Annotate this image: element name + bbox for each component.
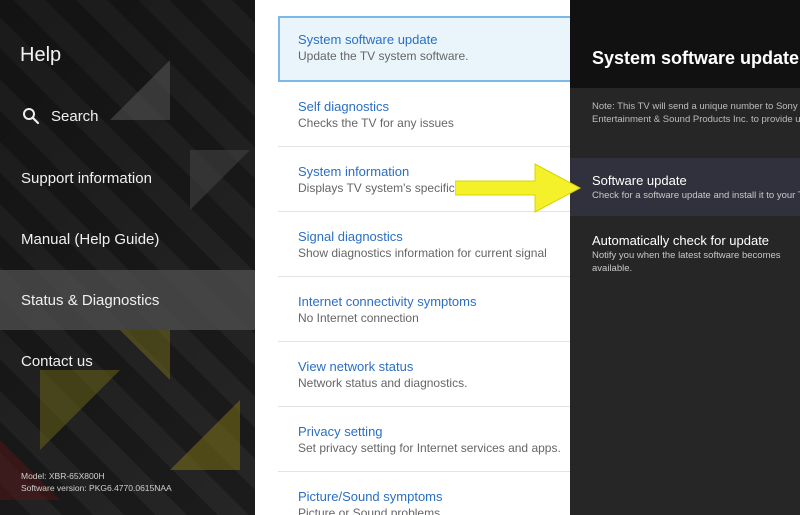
sidebar-item-label: Contact us	[21, 352, 93, 370]
diagnostics-list: System software update Update the TV sys…	[255, 0, 570, 515]
panel-title: System software update	[592, 48, 800, 68]
list-item-subtitle: Update the TV system software.	[298, 49, 469, 63]
list-item-subtitle: Set privacy setting for Internet service…	[298, 441, 561, 455]
list-item-title: System software update	[298, 32, 438, 47]
panel-header: System software update	[570, 0, 800, 88]
software-version: Software version: PKG6.4770.0615NAA	[21, 483, 172, 493]
list-item-title: Self diagnostics	[298, 99, 390, 114]
search-icon	[22, 107, 40, 125]
list-item-title: Internet connectivity symptoms	[298, 294, 477, 309]
list-item-subtitle: Network status and diagnostics.	[298, 376, 468, 390]
list-item-privacy-setting[interactable]: Privacy setting Set privacy setting for …	[278, 408, 570, 472]
list-item-picture-sound-symptoms[interactable]: Picture/Sound symptoms Picture or Sound …	[278, 473, 570, 515]
list-item-view-network-status[interactable]: View network status Network status and d…	[278, 343, 570, 407]
option-subtitle: Notify you when the latest software beco…	[592, 250, 781, 274]
panel-note: Note: This TV will send a unique number …	[592, 101, 800, 125]
list-item-title: Privacy setting	[298, 424, 383, 439]
list-item-title: Picture/Sound symptoms	[298, 489, 443, 504]
background-decoration	[170, 400, 240, 470]
list-item-title: View network status	[298, 359, 414, 374]
software-update-panel: System software update Note: This TV wil…	[570, 0, 800, 515]
list-item-subtitle: Picture or Sound problems	[298, 506, 441, 515]
auto-check-update-option[interactable]: Automatically check for update Notify yo…	[570, 218, 800, 276]
sidebar-item-contact-us[interactable]: Contact us	[0, 331, 255, 391]
device-info: Model: XBR-65X800H Software version: PKG…	[21, 470, 172, 494]
list-item-title: Signal diagnostics	[298, 229, 403, 244]
model-number: Model: XBR-65X800H	[21, 471, 105, 481]
sidebar-item-label: Support information	[21, 169, 152, 187]
sidebar-item-label: Search	[51, 107, 99, 125]
arrow-annotation-icon	[455, 163, 582, 213]
list-item-self-diagnostics[interactable]: Self diagnostics Checks the TV for any i…	[278, 83, 570, 147]
list-item-system-software-update[interactable]: System software update Update the TV sys…	[278, 16, 570, 82]
page-title: Help	[20, 44, 62, 66]
list-item-subtitle: Checks the TV for any issues	[298, 116, 454, 130]
option-subtitle: Check for a software update and install …	[592, 190, 800, 201]
sidebar-item-status-diagnostics[interactable]: Status & Diagnostics	[0, 270, 255, 330]
list-item-subtitle: No Internet connection	[298, 311, 419, 325]
sidebar-item-manual[interactable]: Manual (Help Guide)	[0, 209, 255, 269]
software-update-option[interactable]: Software update Check for a software upd…	[570, 158, 800, 216]
list-item-signal-diagnostics[interactable]: Signal diagnostics Show diagnostics info…	[278, 213, 570, 277]
list-item-subtitle: Show diagnostics information for current…	[298, 246, 547, 260]
sidebar-item-label: Status & Diagnostics	[21, 291, 160, 309]
option-title: Automatically check for update	[592, 233, 770, 248]
help-menu-panel: Help Search Support information Manual (…	[0, 0, 255, 515]
sidebar-item-label: Manual (Help Guide)	[21, 230, 160, 248]
sidebar-item-search[interactable]: Search	[0, 86, 255, 146]
option-title: Software update	[592, 173, 687, 188]
list-item-internet-connectivity[interactable]: Internet connectivity symptoms No Intern…	[278, 278, 570, 342]
sidebar-item-support-information[interactable]: Support information	[0, 148, 255, 208]
